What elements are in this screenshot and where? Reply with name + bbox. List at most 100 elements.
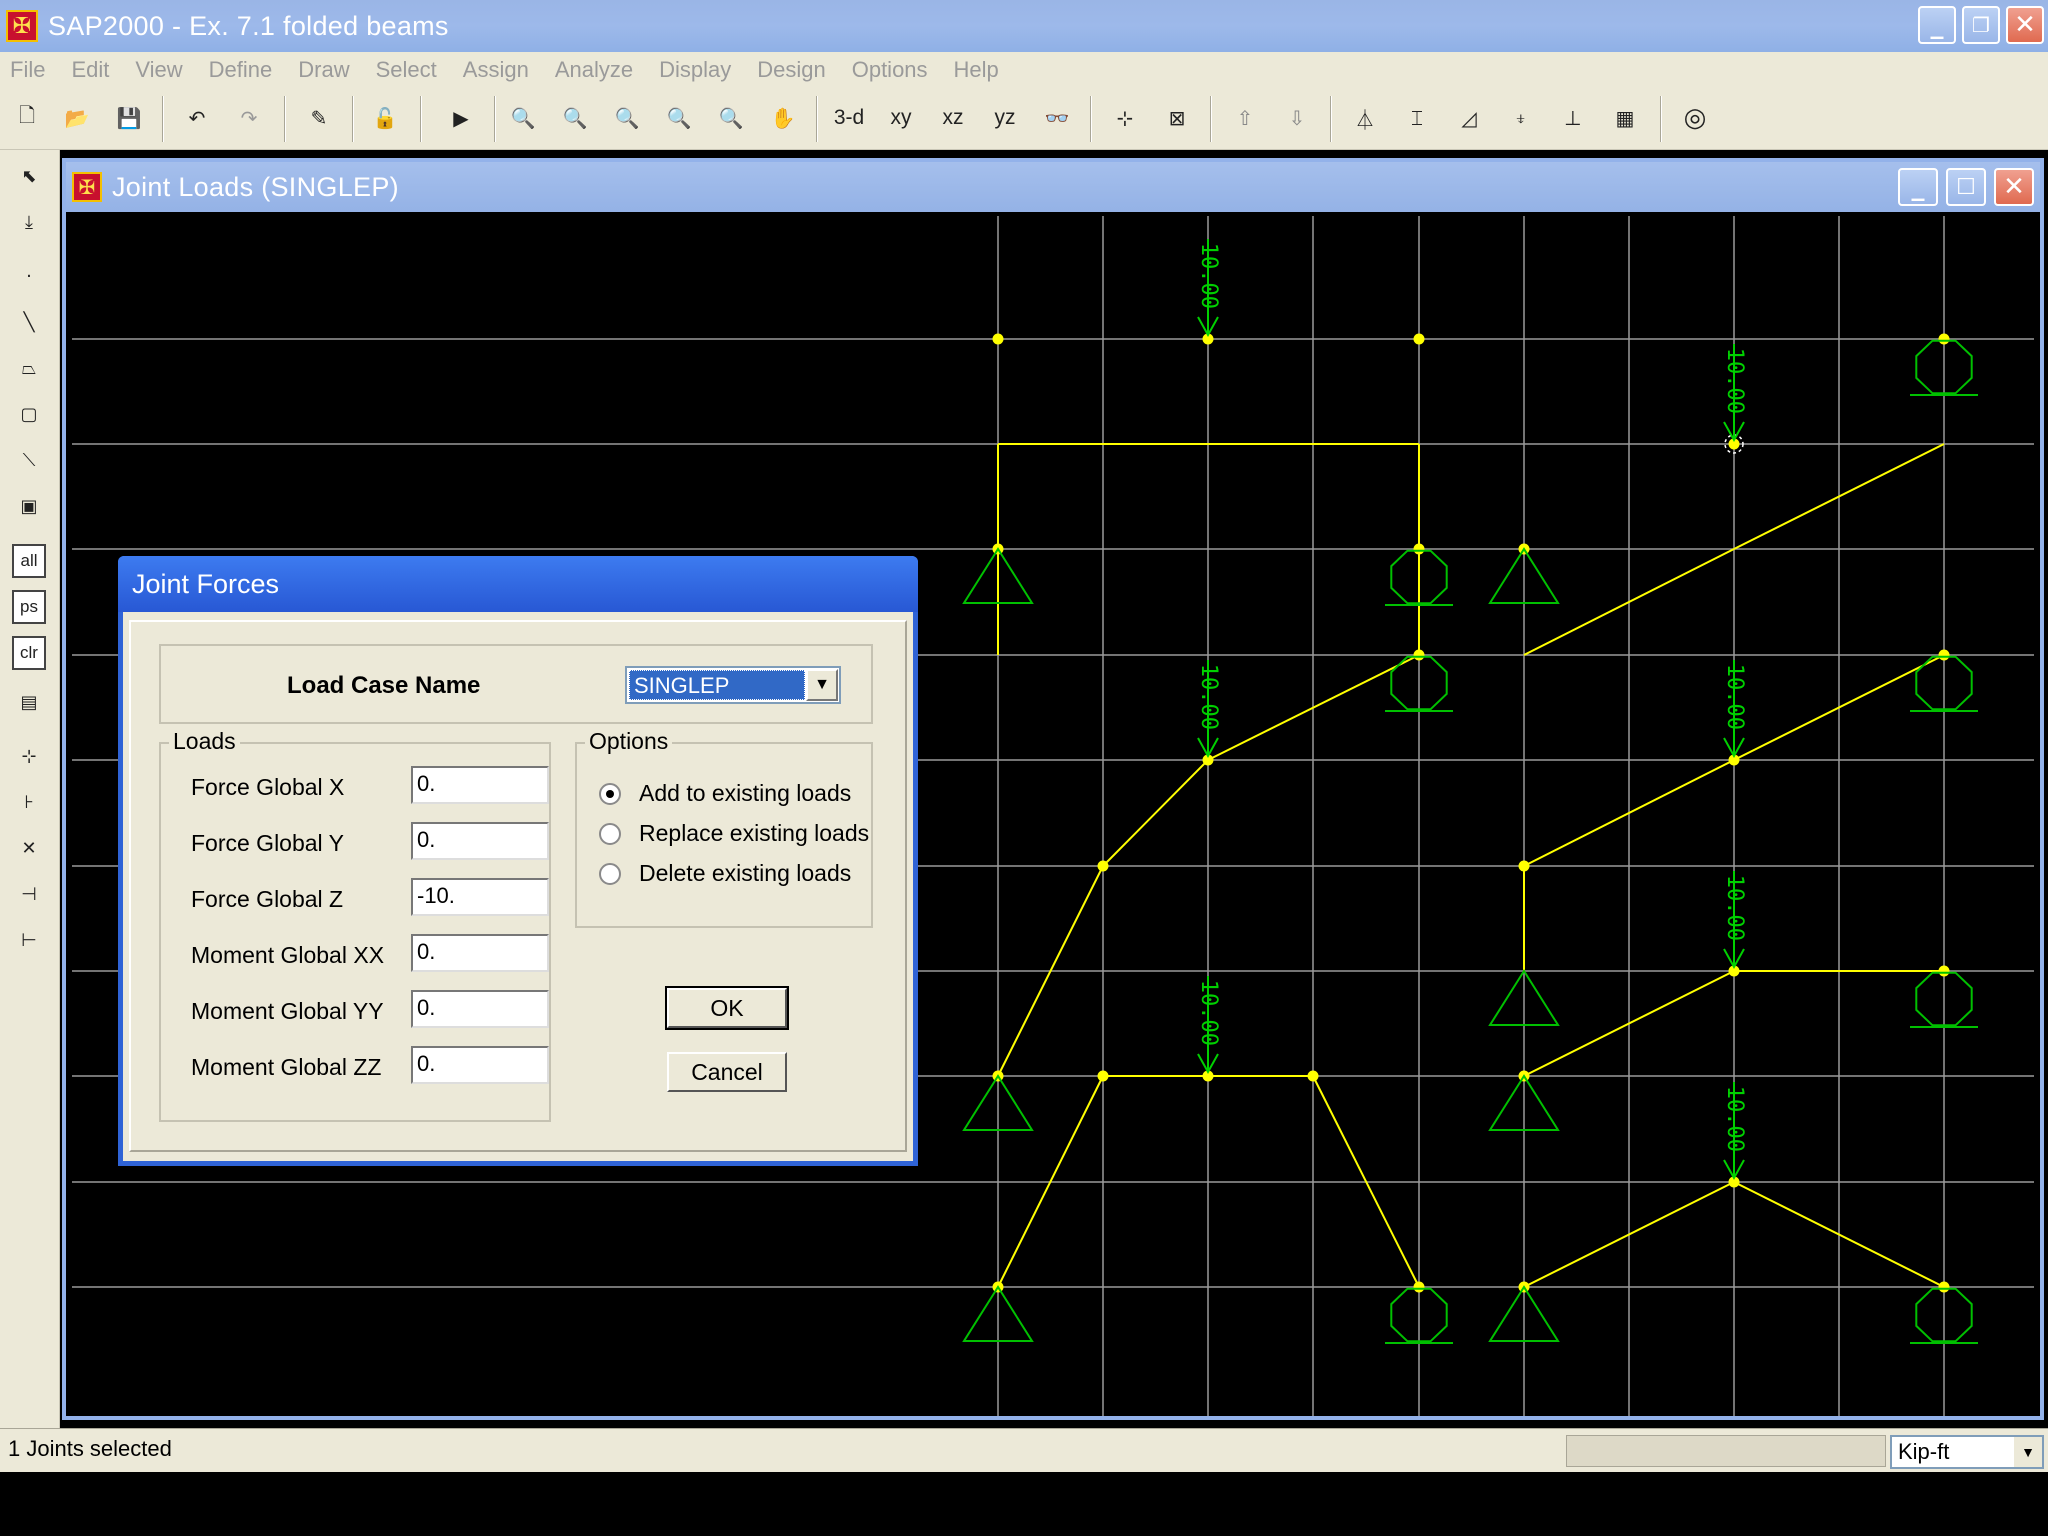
- view-xy-button[interactable]: xy: [878, 95, 924, 141]
- ok-button[interactable]: OK: [665, 986, 789, 1030]
- force-global-y-input[interactable]: 0.: [411, 822, 549, 860]
- snap-ends-button[interactable]: ⊦: [9, 782, 49, 822]
- snap-points-button[interactable]: ⊹: [9, 736, 49, 776]
- snap-perpendicular-button[interactable]: ⊣: [9, 874, 49, 914]
- restraint-icon: ⏃: [1355, 107, 1375, 132]
- display-options-button[interactable]: ◎: [1672, 95, 1718, 141]
- snap-lines-button[interactable]: ⊢: [9, 920, 49, 960]
- dropdown-arrow-button[interactable]: ▼: [806, 669, 838, 701]
- move-down-button[interactable]: ⇩: [1274, 95, 1320, 141]
- frame-load-icon: ⊥: [1564, 106, 1582, 130]
- zoom-window-button[interactable]: 🔍: [500, 95, 546, 141]
- draw-frame-button[interactable]: ╲: [9, 302, 49, 342]
- child-window-icon[interactable]: ✠: [72, 172, 102, 202]
- draw-rect-shell-button[interactable]: ▢: [9, 394, 49, 434]
- radio-replace-existing[interactable]: [599, 822, 621, 845]
- shell-sections-button[interactable]: ◿: [1446, 95, 1492, 141]
- new-file-button[interactable]: 🗋: [4, 95, 50, 141]
- joint-restraints-button[interactable]: ⏃: [1342, 95, 1388, 141]
- pointer-button[interactable]: ⬉: [9, 156, 49, 196]
- menu-options[interactable]: Options: [852, 57, 928, 83]
- lock-button[interactable]: 🔓: [362, 95, 408, 141]
- force-global-x-input[interactable]: 0.: [411, 766, 549, 804]
- snap-intersections-button[interactable]: ✕: [9, 828, 49, 868]
- moment-global-xx-input[interactable]: 0.: [411, 934, 549, 972]
- load-case-dropdown[interactable]: SINGLEP ▼: [625, 666, 841, 704]
- restore-full-view-button[interactable]: 🔍: [552, 95, 598, 141]
- menu-assign[interactable]: Assign: [463, 57, 529, 83]
- view-yz-button[interactable]: yz: [982, 95, 1028, 141]
- frame-sections-button[interactable]: ⌶: [1394, 95, 1440, 141]
- menu-file[interactable]: File: [10, 57, 45, 83]
- pan-button[interactable]: ✋: [760, 95, 806, 141]
- menu-display[interactable]: Display: [659, 57, 731, 83]
- refresh-window-button[interactable]: ✎: [296, 95, 342, 141]
- child-minimize-button[interactable]: _: [1898, 168, 1938, 206]
- child-close-button[interactable]: ✕: [1994, 168, 2034, 206]
- snap-point-icon: ⊹: [21, 745, 37, 767]
- restore-button[interactable]: ❐: [1962, 6, 2000, 44]
- undo-button[interactable]: ↶: [174, 95, 220, 141]
- cancel-button[interactable]: Cancel: [667, 1052, 787, 1092]
- move-up-button[interactable]: ⇧: [1222, 95, 1268, 141]
- select-all-button[interactable]: all: [12, 544, 46, 578]
- menu-edit[interactable]: Edit: [71, 57, 109, 83]
- set-elements-button[interactable]: ⊠: [1154, 95, 1200, 141]
- restore-previous-zoom-button[interactable]: 🔍: [604, 95, 650, 141]
- joint-loads-button[interactable]: ⍖: [1498, 95, 1544, 141]
- zoom-out-button[interactable]: 🔍: [708, 95, 754, 141]
- radio-delete-existing[interactable]: [599, 862, 621, 885]
- sap2000-app-icon[interactable]: ✠: [6, 10, 38, 42]
- save-button[interactable]: 💾: [106, 95, 152, 141]
- menu-design[interactable]: Design: [757, 57, 825, 83]
- close-button[interactable]: ✕: [2006, 6, 2044, 44]
- new-file-icon: 🗋: [18, 103, 36, 127]
- main-title-bar[interactable]: ✠ SAP2000 - Ex. 7.1 folded beams _ ❐ ✕: [0, 0, 2048, 52]
- units-dropdown[interactable]: Kip-ft ▼: [1890, 1435, 2044, 1469]
- units-chevron-down-icon[interactable]: ▼: [2014, 1437, 2042, 1467]
- child-title-bar[interactable]: ✠ Joint Loads (SINGLEP) _ ☐ ✕: [66, 162, 2040, 212]
- menu-draw[interactable]: Draw: [298, 57, 349, 83]
- run-analysis-button[interactable]: ▶: [438, 95, 484, 141]
- frame-loads-button[interactable]: ⊥: [1550, 95, 1596, 141]
- joint-node: [1938, 333, 1950, 345]
- load-value-label: 10.00: [1722, 348, 1747, 414]
- zoom-in-button[interactable]: 🔍: [656, 95, 702, 141]
- menu-define[interactable]: Define: [209, 57, 273, 83]
- minimize-button[interactable]: _: [1918, 6, 1956, 44]
- moment-global-zz-input[interactable]: 0.: [411, 1046, 549, 1084]
- status-panel: [1566, 1435, 1886, 1467]
- force-x-label: Force Global X: [191, 774, 345, 800]
- open-button[interactable]: 📂: [54, 95, 100, 141]
- view-xz-button[interactable]: xz: [930, 95, 976, 141]
- menu-view[interactable]: View: [135, 57, 182, 83]
- redo-button[interactable]: ↷: [226, 95, 272, 141]
- option-add-existing[interactable]: Add to existing loads: [599, 780, 851, 807]
- view-3d-button[interactable]: 3-d: [826, 95, 872, 141]
- menu-help[interactable]: Help: [954, 57, 999, 83]
- get-previous-selection-button[interactable]: ps: [12, 590, 46, 624]
- quick-draw-frame-button[interactable]: ⟍: [9, 440, 49, 480]
- option-replace-existing[interactable]: Replace existing loads: [599, 820, 869, 847]
- clear-selection-button[interactable]: clr: [12, 636, 46, 670]
- menu-analyze[interactable]: Analyze: [555, 57, 633, 83]
- moment-global-yy-input[interactable]: 0.: [411, 990, 549, 1028]
- reshape-button[interactable]: ⤓: [9, 202, 49, 242]
- draw-joint-button[interactable]: ·: [9, 256, 49, 296]
- shell-loads-button[interactable]: ▦: [1602, 95, 1648, 141]
- dialog-title[interactable]: Joint Forces: [118, 556, 918, 612]
- radio-add-existing[interactable]: [599, 782, 621, 805]
- child-maximize-button[interactable]: ☐: [1946, 168, 1986, 206]
- zoom-previous-icon: 🔍: [614, 106, 640, 130]
- intersecting-line-select-button[interactable]: ▤: [9, 682, 49, 722]
- quick-draw-shell-button[interactable]: ▣: [9, 486, 49, 526]
- shrink-elements-button[interactable]: ⊹: [1102, 95, 1148, 141]
- close-icon: ✕: [2014, 10, 2036, 40]
- menu-select[interactable]: Select: [376, 57, 437, 83]
- option-delete-existing[interactable]: Delete existing loads: [599, 860, 851, 887]
- pan-hand-icon: ✋: [770, 106, 796, 130]
- joint-node: [1307, 1070, 1319, 1082]
- draw-shell-button[interactable]: ⏢: [9, 348, 49, 388]
- force-global-z-input[interactable]: -10.: [411, 878, 549, 916]
- perspective-button[interactable]: 👓: [1034, 95, 1080, 141]
